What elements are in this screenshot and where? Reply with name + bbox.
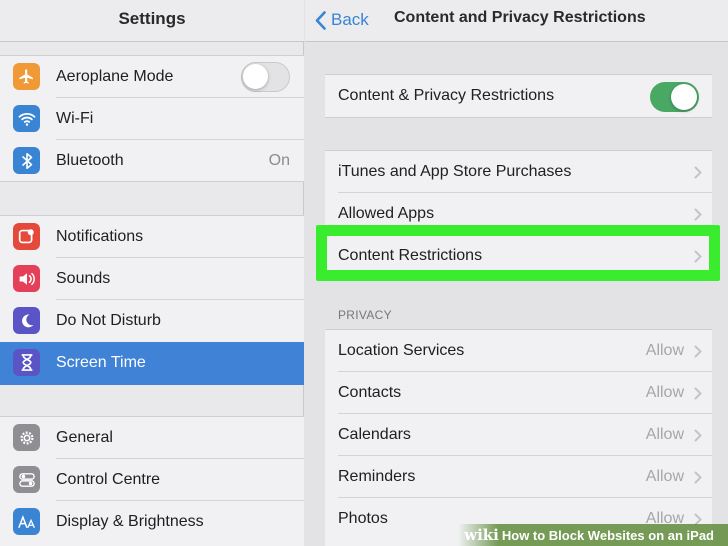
toggle-knob xyxy=(671,84,697,110)
chevron-right-icon xyxy=(694,471,702,484)
sidebar-item-label: Control Centre xyxy=(56,471,161,488)
row-label: Allowed Apps xyxy=(338,205,435,222)
chevron-left-icon xyxy=(315,10,326,30)
airplane-icon xyxy=(13,63,40,90)
sidebar-item-general[interactable]: General xyxy=(0,417,304,459)
row-value: Allow xyxy=(645,342,684,359)
content-restrictions-row[interactable]: Content Restrictions xyxy=(325,235,712,277)
sidebar-item-sounds[interactable]: Sounds xyxy=(0,258,304,300)
sidebar-item-label: Wi-Fi xyxy=(56,110,94,127)
sidebar-item-label: Bluetooth xyxy=(56,152,124,169)
sidebar-item-label: Notifications xyxy=(56,228,144,245)
wikihow-watermark: wiki How to Block Websites on an iPad xyxy=(458,524,728,546)
wifi-icon xyxy=(13,105,40,132)
sidebar-title: Settings xyxy=(118,9,186,28)
chevron-right-icon xyxy=(694,429,702,442)
navigation-bar: Back Content and Privacy Restrictions xyxy=(305,0,728,42)
content-privacy-label: Content & Privacy Restrictions xyxy=(338,87,555,104)
row-label: Reminders xyxy=(338,468,416,485)
sidebar-item-wifi[interactable]: Wi-Fi xyxy=(0,98,304,140)
bluetooth-icon xyxy=(13,147,40,174)
row-value: Allow xyxy=(645,384,684,401)
sidebar-item-do-not-disturb[interactable]: Do Not Disturb xyxy=(0,300,304,342)
moon-icon xyxy=(13,307,40,334)
wikihow-logo: wiki xyxy=(464,526,499,544)
row-label: Calendars xyxy=(338,426,411,443)
chevron-right-icon xyxy=(694,387,702,400)
sidebar-header: Settings xyxy=(0,0,304,42)
privacy-group: Location Services Allow Contacts Allow C… xyxy=(325,329,712,546)
sidebar-item-label: Display & Brightness xyxy=(56,513,204,530)
sidebar-item-label: Sounds xyxy=(56,270,111,287)
watermark-title: How to Block Websites on an iPad xyxy=(501,527,714,543)
sidebar-item-aeroplane-mode[interactable]: Aeroplane Mode xyxy=(0,56,304,98)
sidebar-group-system: General Control Centre Display & Brightn… xyxy=(0,416,304,546)
privacy-section-header: PRIVACY xyxy=(338,308,392,322)
chevron-right-icon xyxy=(694,345,702,358)
sidebar-item-label: Do Not Disturb xyxy=(56,312,161,329)
text-size-icon xyxy=(13,508,40,535)
row-label: Contacts xyxy=(338,384,402,401)
sidebar-item-label: Screen Time xyxy=(56,354,146,371)
sidebar-item-control-centre[interactable]: Control Centre xyxy=(0,459,304,501)
sidebar-item-screen-time[interactable]: Screen Time xyxy=(0,342,304,385)
allowed-apps-row[interactable]: Allowed Apps xyxy=(325,193,712,235)
row-label: iTunes and App Store Purchases xyxy=(338,163,572,180)
calendars-row[interactable]: Calendars Allow xyxy=(325,414,712,456)
row-value: Allow xyxy=(645,468,684,485)
speaker-icon xyxy=(13,265,40,292)
gear-icon xyxy=(13,424,40,451)
row-label: Content Restrictions xyxy=(338,247,483,264)
contacts-row[interactable]: Contacts Allow xyxy=(325,372,712,414)
settings-sidebar: Settings Aeroplane Mode Wi-Fi Bluetooth … xyxy=(0,0,304,546)
notifications-icon xyxy=(13,223,40,250)
row-value: Allow xyxy=(645,426,684,443)
bluetooth-status: On xyxy=(268,152,290,169)
switches-icon xyxy=(13,466,40,493)
sidebar-item-bluetooth[interactable]: Bluetooth On xyxy=(0,140,304,182)
main-panel: Back Content and Privacy Restrictions Co… xyxy=(305,0,728,546)
hourglass-icon xyxy=(13,349,40,376)
sidebar-item-label: General xyxy=(56,429,113,446)
content-privacy-toggle[interactable] xyxy=(650,82,699,112)
row-label: Photos xyxy=(338,510,388,527)
chevron-right-icon xyxy=(694,208,702,221)
sidebar-group-notifications: Notifications Sounds Do Not Disturb Scre… xyxy=(0,215,304,385)
master-toggle-group: Content & Privacy Restrictions xyxy=(325,74,712,118)
page-title: Content and Privacy Restrictions xyxy=(394,9,646,26)
sidebar-group-connectivity: Aeroplane Mode Wi-Fi Bluetooth On xyxy=(0,55,304,182)
reminders-row[interactable]: Reminders Allow xyxy=(325,456,712,498)
back-button[interactable]: Back xyxy=(315,6,369,34)
sidebar-item-label: Aeroplane Mode xyxy=(56,68,174,85)
back-button-label: Back xyxy=(331,10,369,29)
sidebar-item-notifications[interactable]: Notifications xyxy=(0,216,304,258)
toggle-knob xyxy=(243,64,268,89)
chevron-right-icon xyxy=(694,250,702,263)
store-restrictions-group: iTunes and App Store Purchases Allowed A… xyxy=(325,150,712,278)
row-label: Location Services xyxy=(338,342,465,359)
sidebar-item-display-brightness[interactable]: Display & Brightness xyxy=(0,501,304,543)
chevron-right-icon xyxy=(694,166,702,179)
content-privacy-toggle-row: Content & Privacy Restrictions xyxy=(325,75,712,117)
itunes-app-store-purchases-row[interactable]: iTunes and App Store Purchases xyxy=(325,151,712,193)
location-services-row[interactable]: Location Services Allow xyxy=(325,330,712,372)
aeroplane-mode-toggle[interactable] xyxy=(241,62,290,92)
